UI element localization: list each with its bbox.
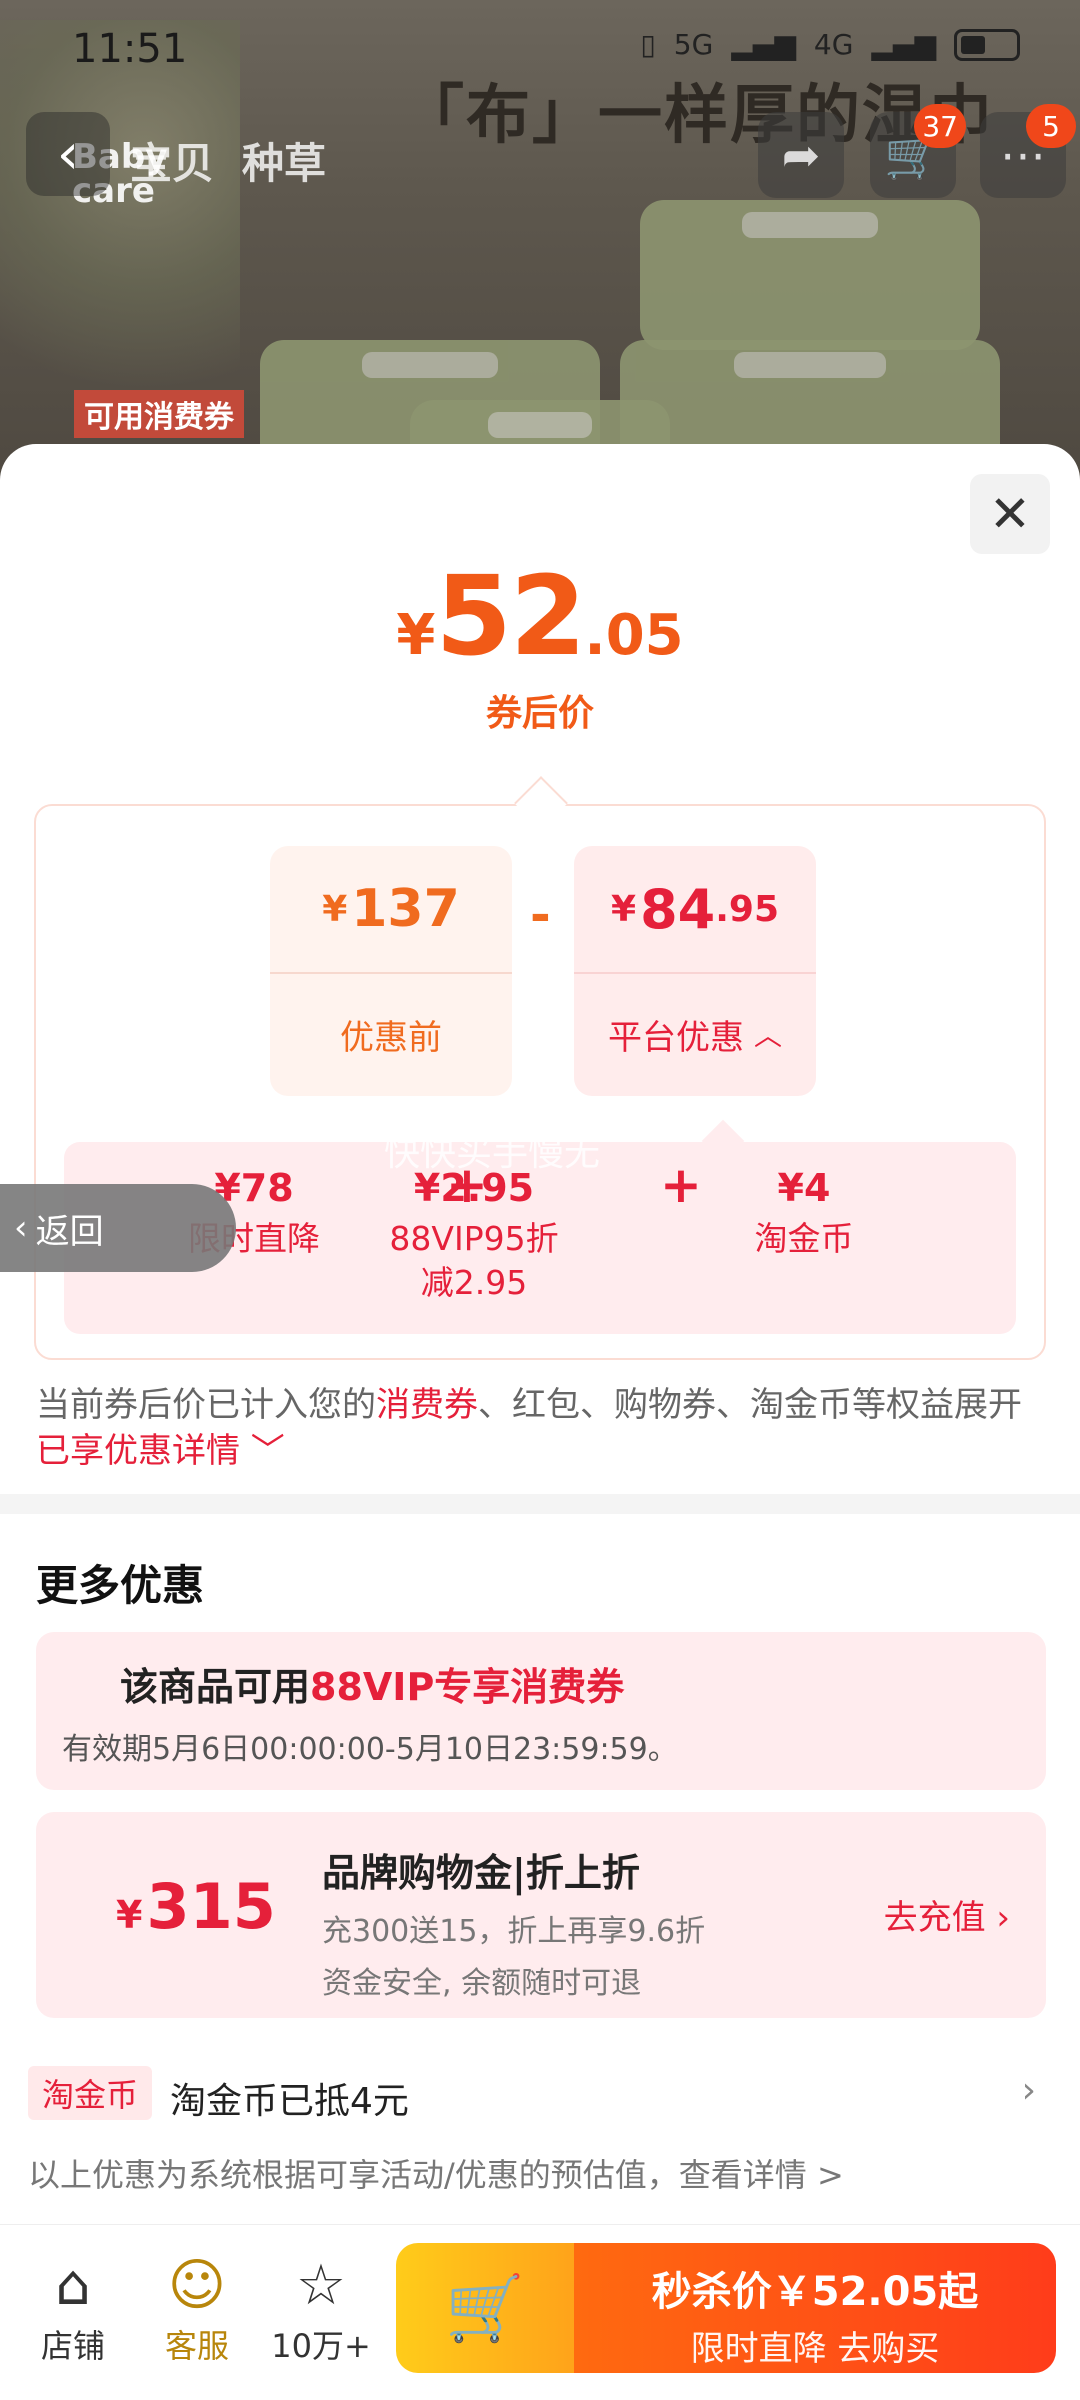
- close-button[interactable]: ✕: [970, 474, 1050, 554]
- recharge-link[interactable]: 去充值 ›: [884, 1890, 1010, 1939]
- tab-zhongcao[interactable]: 种草: [242, 130, 326, 191]
- status-icons: ▯ 5G ▂▄▆ 4G ▂▄▆: [640, 28, 1020, 61]
- consumer-coupon-link[interactable]: 消费券: [376, 1385, 478, 1425]
- share-icon: ➦: [781, 128, 821, 182]
- cart-plus-icon: 🛒: [445, 2271, 525, 2346]
- chevron-left-icon: ‹: [14, 1208, 28, 1248]
- discount-item: ¥4 淘金币: [754, 1166, 854, 1258]
- purchase-area: 🛒 秒杀价￥52.05起 限时直降 去购买: [396, 2243, 1056, 2373]
- vip-coupon-card[interactable]: 该商品可用88VIP专享消费券 有效期5月6日00:00:00-5月10日23:…: [36, 1632, 1046, 1790]
- taojinbi-tag: 淘金币: [28, 2066, 153, 2120]
- signal-icon: ▂▄▆: [871, 28, 936, 61]
- add-to-cart-button[interactable]: 🛒: [396, 2243, 574, 2373]
- plus-sign: +: [660, 1156, 702, 1214]
- chevron-right-icon: ›: [1021, 2070, 1036, 2111]
- status-time: 11:51: [72, 26, 188, 72]
- floating-back-button[interactable]: ‹ 返回: [0, 1184, 236, 1272]
- minus-sign: -: [530, 886, 551, 944]
- promo-tag: 可用消费券: [74, 390, 244, 438]
- discount-details-link[interactable]: 已享优惠详情: [36, 1431, 240, 1471]
- signal-icon: ▂▄▆: [731, 28, 796, 61]
- platform-discount-card[interactable]: ¥84.95 平台优惠 ︿: [574, 846, 816, 1096]
- taojinbi-text: 淘金币已抵4元: [170, 2081, 409, 2122]
- brand-credit-note: 资金安全, 余额随时可退: [322, 1966, 642, 2001]
- brand-credit-desc: 充300送15，折上再享9.6折: [322, 1914, 706, 1949]
- cart-count-badge: 37: [914, 104, 966, 148]
- message-count-badge: 5: [1026, 104, 1076, 148]
- tab-baobei[interactable]: 宝贝: [130, 130, 214, 191]
- network-4g-label: 4G: [813, 28, 854, 61]
- store-button[interactable]: ⌂ 店铺: [18, 2251, 128, 2367]
- final-price-label: 券后价: [485, 693, 594, 734]
- taojinbi-row[interactable]: 淘金币 淘金币已抵4元 ›: [28, 2066, 1052, 2122]
- favorite-button[interactable]: ☆ 10万+: [266, 2251, 376, 2367]
- customer-service-icon: ☺: [167, 2253, 227, 2318]
- buy-now-button[interactable]: 秒杀价￥52.05起 限时直降 去购买: [574, 2243, 1056, 2373]
- close-icon: ✕: [989, 485, 1031, 543]
- share-button[interactable]: ➦: [758, 112, 844, 198]
- disclaimer-link[interactable]: 以上优惠为系统根据可享活动/优惠的预估值，查看详情 >: [28, 2150, 844, 2196]
- chevron-left-icon: ‹: [56, 121, 80, 187]
- coupon-validity: 有效期5月6日00:00:00-5月10日23:59:59。: [62, 1732, 678, 1767]
- back-button[interactable]: ‹: [26, 112, 110, 196]
- chevron-right-icon: ›: [996, 1898, 1010, 1938]
- original-price-card: ¥137 优惠前: [270, 846, 512, 1096]
- wipes-package-image: [640, 200, 980, 350]
- chevron-down-icon: ﹀: [240, 1431, 285, 1471]
- top-tabs: 宝贝 种草: [130, 130, 326, 191]
- price-note: 当前券后价已计入您的消费券、红包、购物券、淘金币等权益展开已享优惠详情 ﹀: [36, 1385, 1022, 1471]
- brand-credit-card[interactable]: ¥315 品牌购物金|折上折 充300送15，折上再享9.6折 资金安全, 余额…: [36, 1812, 1046, 2018]
- cart-button[interactable]: 🛒 37: [870, 104, 966, 198]
- vibrate-icon: ▯: [640, 28, 656, 61]
- chevron-up-icon: ︿: [753, 1019, 782, 1052]
- more-discounts-title: 更多优惠: [36, 1561, 205, 1610]
- final-price: ¥52.05: [396, 552, 684, 680]
- brand-credit-amount: ¥315: [116, 1870, 276, 1943]
- bottom-action-bar: ⌂ 店铺 ☺ 客服 ☆ 10万+ 🛒 秒杀价￥52.05起 限时直降 去购买: [0, 2224, 1080, 2400]
- brand-credit-title: 品牌购物金|折上折: [322, 1851, 640, 1895]
- price-breakdown: ¥137 优惠前 - ¥84.95 平台优惠 ︿ 快快买手慢无 ¥78 限时直降 …: [34, 804, 1046, 1360]
- more-button[interactable]: ⋯ 5: [980, 104, 1076, 198]
- store-icon: ⌂: [55, 2253, 91, 2318]
- section-divider: [0, 1494, 1080, 1514]
- customer-service-button[interactable]: ☺ 客服: [142, 2251, 252, 2367]
- star-icon: ☆: [295, 2253, 347, 2318]
- discount-item: ¥2.95 88VIP95折 减2.95: [389, 1166, 559, 1302]
- network-5g-label: 5G: [673, 28, 714, 61]
- battery-icon: [954, 28, 1020, 61]
